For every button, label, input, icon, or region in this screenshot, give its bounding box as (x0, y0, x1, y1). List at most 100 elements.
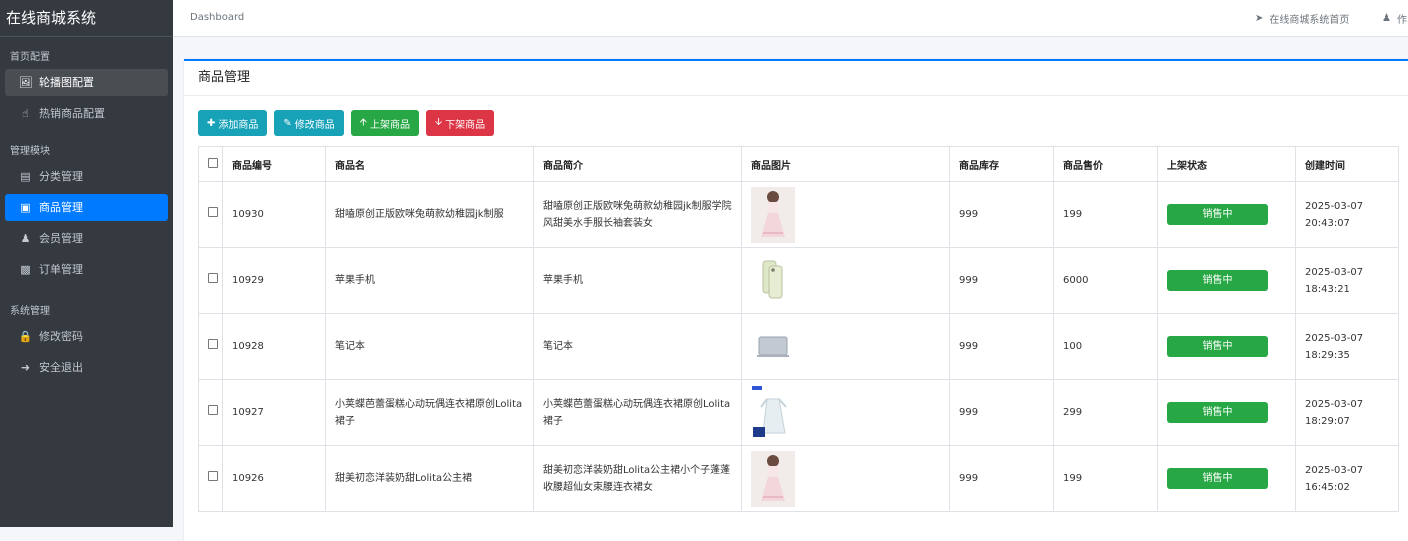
home-link[interactable]: ➤ 在线商城系统首页 (1255, 11, 1349, 26)
row-checkbox[interactable] (198, 379, 223, 446)
goods-stock: 999 (949, 445, 1054, 512)
arrow-down-icon: 🡫 (434, 116, 443, 128)
col-header[interactable]: 商品售价 (1053, 146, 1158, 182)
goods-created-time: 2025-03-07 20:43:07 (1295, 181, 1399, 248)
sidebar-item[interactable]: ☝ 热销商品配置 (5, 100, 168, 127)
goods-id: 10930 (222, 181, 326, 248)
paper-plane-icon: ➤ (1255, 13, 1264, 24)
sidebar-item-label: 订单管理 (39, 263, 83, 276)
row-checkbox[interactable] (198, 247, 223, 314)
sidebar-nav: 首页配置 🖼 轮播图配置 ☝ 热销商品配置 管理模块 ▤ 分类管理 ▣ 商品管理 ♟ 会员管理 ▩ 订单管… (0, 51, 173, 381)
goods-name: 甜嗑原创正版欧咪兔萌款幼稚园jk制服 (325, 181, 534, 248)
goods-image (741, 313, 950, 380)
goods-price: 100 (1053, 313, 1158, 380)
goods-id: 10926 (222, 445, 326, 512)
sidebar-item[interactable]: ➜ 安全退出 (5, 354, 168, 381)
table-row[interactable]: 10929 苹果手机 苹果手机 999 6000 销售中 2025-03-07 18:43:… (198, 247, 1399, 314)
goods-id-text: 10926 (232, 473, 264, 484)
users-icon: ♟ (20, 232, 31, 245)
table-row[interactable]: 10927 小荚蝶芭蕾蛋糕心动玩偶连衣裙原创Lolita裙子 小荚蝶芭蕾蛋糕心动玩偶… (198, 379, 1399, 446)
col-header[interactable]: 商品简介 (533, 146, 742, 182)
app-title: 在线商城系统 (0, 0, 173, 37)
sidebar-item[interactable]: ▤ 分类管理 (5, 163, 168, 190)
shelf-down-button[interactable]: 🡫 下架商品 (425, 110, 495, 136)
goods-status: 销售中 (1157, 181, 1296, 248)
list-icon: ▤ (20, 170, 31, 183)
goods-price-text: 6000 (1063, 275, 1089, 286)
goods-id-text: 10928 (232, 341, 264, 352)
sidebar-item[interactable]: 🔒 修改密码 (5, 323, 168, 350)
col-header[interactable]: 商品编号 (222, 146, 326, 182)
goods-name: 甜美初恋洋装奶甜Lolita公主裙 (325, 445, 534, 512)
table-row[interactable]: 10928 笔记本 笔记本 999 100 销售中 2025-03-07 18:29:35 (198, 313, 1399, 380)
breadcrumb[interactable]: Dashboard (190, 12, 244, 23)
goods-status: 销售中 (1157, 313, 1296, 380)
add-goods-button[interactable]: ✚ 添加商品 (198, 110, 268, 136)
edit-goods-button[interactable]: ✎ 修改商品 (274, 110, 344, 136)
goods-created-time-text: 2025-03-07 18:29:35 (1305, 332, 1364, 361)
sidebar: 在线商城系统 首页配置 🖼 轮播图配置 ☝ 热销商品配置 管理模块 ▤ 分类管理 ▣ 商品管理 ♟ 会… (0, 0, 173, 527)
select-all-checkbox[interactable] (198, 146, 223, 182)
goods-id-text: 10927 (232, 407, 264, 418)
image-icon: 🖼 (18, 76, 33, 89)
user-menu-label: 作 (1396, 15, 1407, 26)
sidebar-item[interactable]: ▣ 商品管理 (5, 194, 168, 221)
goods-id: 10927 (222, 379, 326, 446)
goods-name: 小荚蝶芭蕾蛋糕心动玩偶连衣裙原创Lolita裙子 (325, 379, 534, 446)
goods-created-time: 2025-03-07 18:43:21 (1295, 247, 1399, 314)
money-icon: ▩ (20, 263, 31, 276)
goods-stock-text: 999 (959, 407, 979, 418)
row-checkbox[interactable] (198, 313, 223, 380)
col-header[interactable]: 商品名 (325, 146, 534, 182)
status-badge: 销售中 (1167, 336, 1268, 357)
goods-name-text: 小荚蝶芭蕾蛋糕心动玩偶连衣裙原创Lolita裙子 (335, 398, 523, 427)
goods-intro: 甜嗑原创正版欧咪兔萌款幼稚园jk制服学院风甜美水手服长袖套装女 (533, 181, 742, 248)
sidebar-item[interactable]: ▩ 订单管理 (5, 256, 168, 283)
lock-icon: 🔒 (18, 330, 33, 343)
goods-name-text: 甜美初恋洋装奶甜Lolita公主裙 (335, 473, 473, 484)
table-row[interactable]: 10926 甜美初恋洋装奶甜Lolita公主裙 甜美初恋洋装奶甜Lolita公主裙小… (198, 445, 1399, 512)
table-row[interactable]: 10930 甜嗑原创正版欧咪兔萌款幼稚园jk制服 甜嗑原创正版欧咪兔萌款幼稚园jk制… (198, 181, 1399, 248)
edit-icon: ✎ (283, 117, 292, 129)
sidebar-section-title: 首页配置 (10, 52, 50, 63)
goods-price-text: 299 (1063, 407, 1083, 418)
status-badge: 销售中 (1167, 468, 1268, 489)
sidebar-item[interactable]: ♟ 会员管理 (5, 225, 168, 252)
status-badge: 销售中 (1167, 402, 1268, 423)
goods-stock-text: 999 (959, 473, 979, 484)
goods-stock-text: 999 (959, 209, 979, 220)
status-badge: 销售中 (1167, 204, 1268, 225)
goods-intro-text: 小荚蝶芭蕾蛋糕心动玩偶连衣裙原创Lolita裙子 (543, 398, 731, 427)
col-header[interactable]: 上架状态 (1157, 146, 1296, 182)
shelf-up-button[interactable]: 🡩 上架商品 (350, 110, 419, 136)
goods-status: 销售中 (1157, 247, 1296, 314)
panel-title: 商品管理 (184, 61, 1408, 96)
col-header[interactable]: 商品图片 (741, 146, 950, 182)
goods-intro-text: 甜嗑原创正版欧咪兔萌款幼稚园jk制服学院风甜美水手服长袖套装女 (543, 200, 732, 229)
goods-image (741, 445, 950, 512)
goods-name-text: 笔记本 (335, 341, 365, 352)
goods-price-text: 100 (1063, 341, 1083, 352)
sidebar-item[interactable]: 🖼 轮播图配置 (5, 69, 168, 96)
table-header-row: 商品编号 商品名 商品简介 商品图片 商品库存 商品售价 上架状态 创建时间 (198, 146, 1399, 182)
col-header[interactable]: 创建时间 (1295, 146, 1399, 182)
goods-created-time-text: 2025-03-07 18:43:21 (1305, 266, 1364, 295)
goods-stock: 999 (949, 313, 1054, 380)
goods-intro-text: 笔记本 (543, 341, 573, 352)
col-header[interactable]: 商品库存 (949, 146, 1054, 182)
goods-name-text: 甜嗑原创正版欧咪兔萌款幼稚园jk制服 (335, 209, 504, 220)
sidebar-item-label: 会员管理 (39, 232, 83, 245)
sidebar-item-label: 热销商品配置 (39, 107, 105, 120)
top-navbar: Dashboard ➤ 在线商城系统首页 ♟ 作 (173, 0, 1408, 37)
user-menu[interactable]: ♟ 作 (1382, 11, 1407, 26)
sign-out-icon: ➜ (20, 361, 31, 374)
goods-created-time-text: 2025-03-07 20:43:07 (1305, 200, 1364, 229)
row-checkbox[interactable] (198, 445, 223, 512)
hand-pointer-icon: ☝ (22, 107, 29, 120)
row-checkbox[interactable] (198, 181, 223, 248)
goods-intro-text: 甜美初恋洋装奶甜Lolita公主裙小个子蓬蓬收腰超仙女束腰连衣裙女 (543, 464, 731, 493)
goods-panel: 商品管理 ✚ 添加商品 ✎ 修改商品 🡩 上架商品 🡫 下架商品 商品编号 商品名 商品… (184, 59, 1408, 541)
user-icon: ♟ (1382, 13, 1391, 24)
goods-name: 苹果手机 (325, 247, 534, 314)
arrow-up-icon: 🡩 (359, 116, 367, 128)
